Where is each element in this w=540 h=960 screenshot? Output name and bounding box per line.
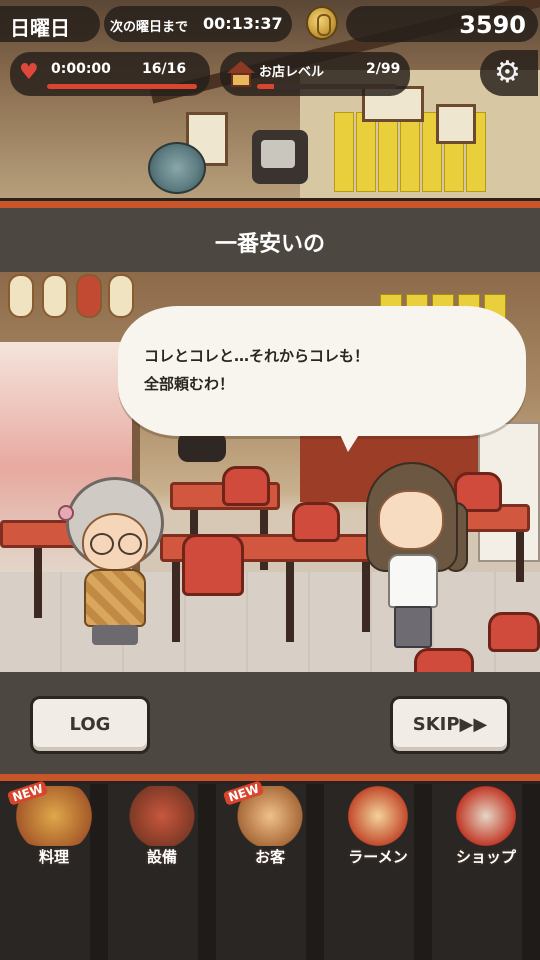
bottom-nav: NEW 料理 設備 NEW お客 ラーメン ショップ — [0, 780, 540, 960]
log-button[interactable]: LOG — [30, 696, 150, 754]
nav-item-equipment[interactable]: 設備 — [108, 784, 216, 960]
stamina-bar-fill — [47, 84, 197, 89]
settings-button[interactable]: ⚙ — [480, 50, 538, 96]
scene-title: 一番安いの — [214, 232, 325, 257]
menu-board — [378, 112, 398, 192]
menu-board — [334, 112, 354, 192]
paper-lantern — [76, 274, 102, 318]
menu-board — [400, 112, 420, 192]
shop-girl-character — [358, 462, 468, 652]
shop-level-bar-fill — [257, 84, 274, 89]
countdown-panel: 次の曜日まで 00:13:37 — [104, 6, 292, 42]
countdown-value: 00:13:37 — [203, 14, 283, 33]
cutscene-image[interactable]: コレとコレと…それからコレも！ 全部頼むわ！ — [0, 272, 540, 672]
gear-icon: ⚙ — [494, 55, 521, 90]
speech-bubble: コレとコレと…それからコレも！ 全部頼むわ！ — [118, 306, 526, 436]
paper-lantern — [108, 274, 134, 318]
stamina-bar — [47, 84, 197, 89]
lucky-cat-icon — [442, 786, 530, 846]
chair — [292, 502, 340, 542]
nav-item-ramen[interactable]: ラーメン — [324, 784, 432, 960]
scene-title-bar: 一番安いの — [0, 208, 540, 272]
table-leg — [34, 548, 42, 618]
stamina-timer: 0:00:00 — [51, 61, 111, 77]
paper-lantern — [42, 274, 68, 318]
shop-icon — [227, 61, 255, 87]
shop-level-bar — [257, 84, 397, 89]
ramen-bowl-icon — [334, 786, 422, 846]
panel-border-bottom — [0, 774, 540, 784]
stamina-value: 16/16 — [142, 61, 187, 77]
nav-item-label: ショップ — [455, 848, 516, 866]
coin-value: 3590 — [459, 11, 526, 39]
panel-border-top — [0, 198, 540, 208]
day-label: 日曜日 — [10, 16, 70, 40]
grandma-character — [58, 477, 168, 647]
shop-level-panel: お店レベル 2/99 — [220, 52, 410, 96]
paper-lantern — [8, 274, 34, 318]
speech-bubble-tail — [338, 430, 362, 452]
table-leg — [286, 562, 294, 642]
nav-item-shop[interactable]: ショップ — [432, 784, 540, 960]
wall-frame — [436, 104, 476, 144]
heart-icon: ♥ — [19, 60, 39, 85]
table-leg — [172, 562, 180, 642]
nav-item-label: お客 — [254, 848, 285, 866]
nav-item-customers[interactable]: NEW お客 — [216, 780, 324, 960]
dialogue-controls: LOG SKIP▶▶ — [0, 672, 540, 778]
equipment-icon — [118, 786, 206, 846]
coin-icon — [306, 6, 338, 40]
nav-item-label: ラーメン — [348, 848, 408, 866]
nav-item-cooking[interactable]: NEW 料理 — [0, 780, 108, 960]
television — [252, 130, 308, 184]
chair — [182, 534, 244, 596]
countdown-label: 次の曜日まで — [110, 20, 189, 35]
stamina-panel: ♥ 0:00:00 16/16 — [10, 52, 210, 96]
telephone — [178, 432, 226, 462]
day-indicator: 日曜日 — [0, 6, 100, 42]
nav-item-label: 料理 — [38, 848, 69, 866]
skip-button[interactable]: SKIP▶▶ — [390, 696, 510, 754]
shop-level-value: 2/99 — [366, 61, 401, 77]
menu-board — [356, 112, 376, 192]
coin-panel: 3590 — [346, 6, 538, 42]
chair — [222, 466, 270, 506]
shop-level-label: お店レベル — [259, 65, 325, 80]
speech-text: コレとコレと…それからコレも！ 全部頼むわ！ — [144, 347, 370, 393]
fan — [148, 142, 206, 194]
table-leg — [516, 532, 524, 582]
chair — [488, 612, 540, 652]
nav-item-label: 設備 — [146, 848, 177, 866]
